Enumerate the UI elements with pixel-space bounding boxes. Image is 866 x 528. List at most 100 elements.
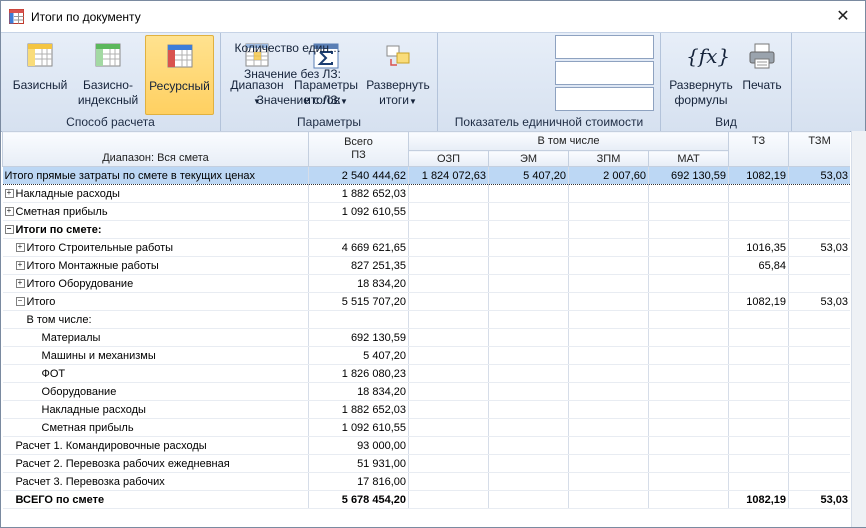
cell-em [488, 256, 569, 275]
header-mat[interactable]: МАТ [647, 150, 730, 167]
calc-method-group: Базисный Базисно- индексный Ресурсный Сп… [1, 33, 221, 131]
window-title: Итоги по документу [31, 10, 141, 24]
cell-tzm [788, 328, 850, 347]
title-bar: Итоги по документу ✕ [1, 1, 865, 32]
table-row[interactable]: ФОТ 1 826 080,23 [2, 364, 850, 383]
cell-zpm [568, 436, 649, 455]
unit-cost-group-label: Показатель единичной стоимости [454, 115, 644, 129]
cell-zpm [568, 472, 649, 491]
cell-ozp [408, 184, 489, 203]
cell-ozp [408, 238, 489, 257]
table-row[interactable]: + Итого Оборудование 18 834,20 [2, 274, 850, 293]
cell-ozp [408, 418, 489, 437]
table-row[interactable]: − Итого 5 515 707,20 1082,19 53,03 [2, 292, 850, 311]
table-row[interactable]: + Итого Строительные работы 4 669 621,65 10… [2, 238, 850, 257]
value-without-lz-input[interactable] [555, 61, 654, 85]
table-row[interactable]: Накладные расходы 1 882 652,03 [2, 400, 850, 419]
table-row[interactable]: ВСЕГО по смете 5 678 454,20 1082,19 53,03 [2, 490, 850, 509]
cell-tz [728, 184, 790, 203]
row-name: Итого Строительные работы [26, 241, 174, 254]
collapse-icon[interactable]: − [15, 297, 25, 307]
header-range[interactable]: Диапазон: Вся смета [2, 131, 309, 167]
close-button[interactable]: ✕ [821, 1, 865, 32]
expand-totals-button[interactable]: Развернуть итоги▼ [363, 35, 433, 113]
cell-tzm [788, 364, 850, 383]
cell-em [488, 436, 569, 455]
cell-tz [728, 310, 790, 329]
table-row[interactable]: − Итоги по смете: [2, 220, 850, 239]
table-row[interactable]: Машины и механизмы 5 407,20 [2, 346, 850, 365]
cell-tz: 65,84 [728, 256, 790, 275]
expand-icon[interactable]: + [4, 189, 14, 199]
expand-icon[interactable]: + [4, 207, 14, 217]
table-row[interactable]: Расчет 3. Перевозка рабочих 17 816,00 [2, 472, 850, 491]
cell-tzm [788, 346, 850, 365]
table-row[interactable]: Сметная прибыль 1 092 610,55 [2, 418, 850, 437]
totals-grid[interactable]: Диапазон: Вся смета Всего ПЗ В том числе… [2, 131, 850, 527]
table-row[interactable]: Расчет 1. Командировочные расходы 93 000,… [2, 436, 850, 455]
row-name: ВСЕГО по смете [15, 493, 105, 506]
row-name: Итого прямые затраты по смете в текущих … [4, 169, 256, 182]
cell-tz [728, 220, 790, 239]
collapse-icon[interactable]: − [4, 225, 14, 235]
row-name-cell: − Итого [2, 292, 309, 311]
unit-count-input[interactable] [555, 35, 654, 59]
cell-mat [648, 292, 730, 311]
total-params-caret-icon: ▼ [339, 97, 348, 106]
cell-zpm [568, 184, 649, 203]
value-with-lz-input[interactable] [555, 87, 654, 111]
ribbon: Базисный Базисно- индексный Ресурсный Сп… [1, 32, 865, 132]
cell-em: 5 407,20 [488, 166, 569, 185]
cell-tz [728, 346, 790, 365]
table-row[interactable]: В том числе: [2, 310, 850, 329]
table-row[interactable]: Материалы 692 130,59 [2, 328, 850, 347]
cell-em [488, 400, 569, 419]
cell-total [308, 220, 409, 239]
expand-formulas-button[interactable]: {fx} Развернуть формулы [665, 35, 737, 113]
header-tz[interactable]: ТЗ [728, 131, 790, 167]
cell-em [488, 202, 569, 221]
cell-em [488, 472, 569, 491]
table-row[interactable]: Оборудование 18 834,20 [2, 382, 850, 401]
cell-mat [648, 184, 730, 203]
cell-em [488, 184, 569, 203]
header-zpm[interactable]: ЗПМ [568, 150, 649, 167]
basis-button[interactable]: Базисный [7, 35, 73, 113]
header-em[interactable]: ЭМ [488, 150, 569, 167]
header-tzm[interactable]: ТЗМ [788, 131, 850, 167]
printer-icon [749, 43, 775, 69]
cell-tzm: 53,03 [788, 490, 850, 509]
expand-icon[interactable]: + [15, 261, 25, 271]
cell-tz: 1082,19 [728, 166, 790, 185]
table-row[interactable]: + Итого Монтажные работы 827 251,35 65,84 [2, 256, 850, 275]
expand-icon[interactable]: + [15, 243, 25, 253]
cell-zpm [568, 454, 649, 473]
cell-tzm [788, 220, 850, 239]
print-button[interactable]: Печать [739, 35, 785, 113]
table-blue-icon [167, 44, 192, 68]
cell-em [488, 418, 569, 437]
header-total[interactable]: Всего ПЗ [308, 131, 409, 167]
table-row[interactable]: + Сметная прибыль 1 092 610,55 [2, 202, 850, 221]
cell-tzm [788, 202, 850, 221]
table-yellow-icon [27, 43, 53, 67]
expand-icon[interactable]: + [15, 279, 25, 289]
header-ozp[interactable]: ОЗП [408, 150, 489, 167]
row-name: Машины и механизмы [41, 349, 156, 362]
table-row[interactable]: Итого прямые затраты по смете в текущих … [2, 166, 850, 185]
cell-ozp [408, 328, 489, 347]
cell-zpm [568, 238, 649, 257]
vertical-scrollbar[interactable] [851, 131, 866, 527]
cell-em [488, 238, 569, 257]
row-name-cell: + Итого Монтажные работы [2, 256, 309, 275]
cell-mat [648, 418, 730, 437]
resource-button[interactable]: Ресурсный [145, 35, 214, 115]
cell-tz [728, 400, 790, 419]
cell-tzm [788, 418, 850, 437]
cell-ozp [408, 274, 489, 293]
cell-tzm [788, 274, 850, 293]
table-row[interactable]: + Накладные расходы 1 882 652,03 [2, 184, 850, 203]
basis-index-button[interactable]: Базисно- индексный [75, 35, 141, 113]
table-row[interactable]: Расчет 2. Перевозка рабочих ежедневная 51… [2, 454, 850, 473]
cell-total: 17 816,00 [308, 472, 409, 491]
